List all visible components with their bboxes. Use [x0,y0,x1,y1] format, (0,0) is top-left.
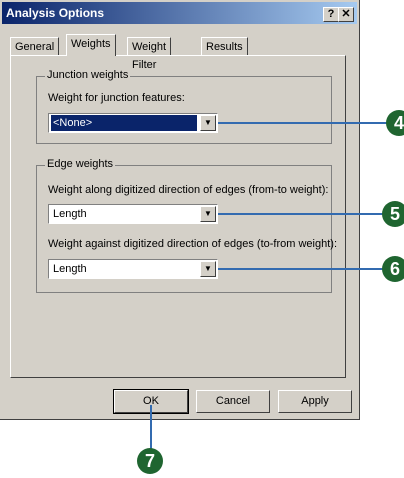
junction-weights-group: Junction weights [36,69,332,144]
analysis-options-dialog: Analysis Options ? ✕ General Weights Wei… [0,0,360,420]
from-to-weight-value: Length [53,208,87,220]
callout-marker-4: 4 [386,110,404,136]
from-to-weight-label: Weight along digitized direction of edge… [48,184,329,196]
cancel-button[interactable]: Cancel [196,390,270,413]
junction-weight-label: Weight for junction features: [48,92,185,104]
chevron-down-icon[interactable]: ▼ [200,261,216,277]
apply-button[interactable]: Apply [278,390,352,413]
chevron-down-icon[interactable]: ▼ [200,115,216,131]
callout-line-5 [218,213,386,215]
callout-line-7 [150,405,152,451]
tab-weight-filter[interactable]: Weight Filter [127,37,172,71]
to-from-weight-value: Length [53,263,87,275]
junction-weight-value: <None> [51,115,197,131]
help-button[interactable]: ? [323,7,339,22]
tab-results[interactable]: Results [201,37,248,55]
close-button[interactable]: ✕ [338,7,354,22]
callout-marker-5: 5 [382,201,404,227]
junction-weight-select[interactable]: <None> ▼ [48,113,218,133]
title-bar: Analysis Options ? ✕ [2,2,357,24]
junction-weights-title: Junction weights [45,69,131,81]
to-from-weight-select[interactable]: Length ▼ [48,259,218,279]
to-from-weight-label: Weight against digitized direction of ed… [48,238,337,250]
window-title: Analysis Options [6,6,105,20]
from-to-weight-select[interactable]: Length ▼ [48,204,218,224]
callout-marker-7: 7 [137,448,163,474]
callout-marker-6: 6 [382,256,404,282]
edge-weights-title: Edge weights [45,158,116,170]
callout-line-6 [218,268,386,270]
tab-general[interactable]: General [10,37,60,55]
chevron-down-icon[interactable]: ▼ [200,206,216,222]
tab-weights[interactable]: Weights [66,34,116,56]
callout-line-4 [218,122,392,124]
